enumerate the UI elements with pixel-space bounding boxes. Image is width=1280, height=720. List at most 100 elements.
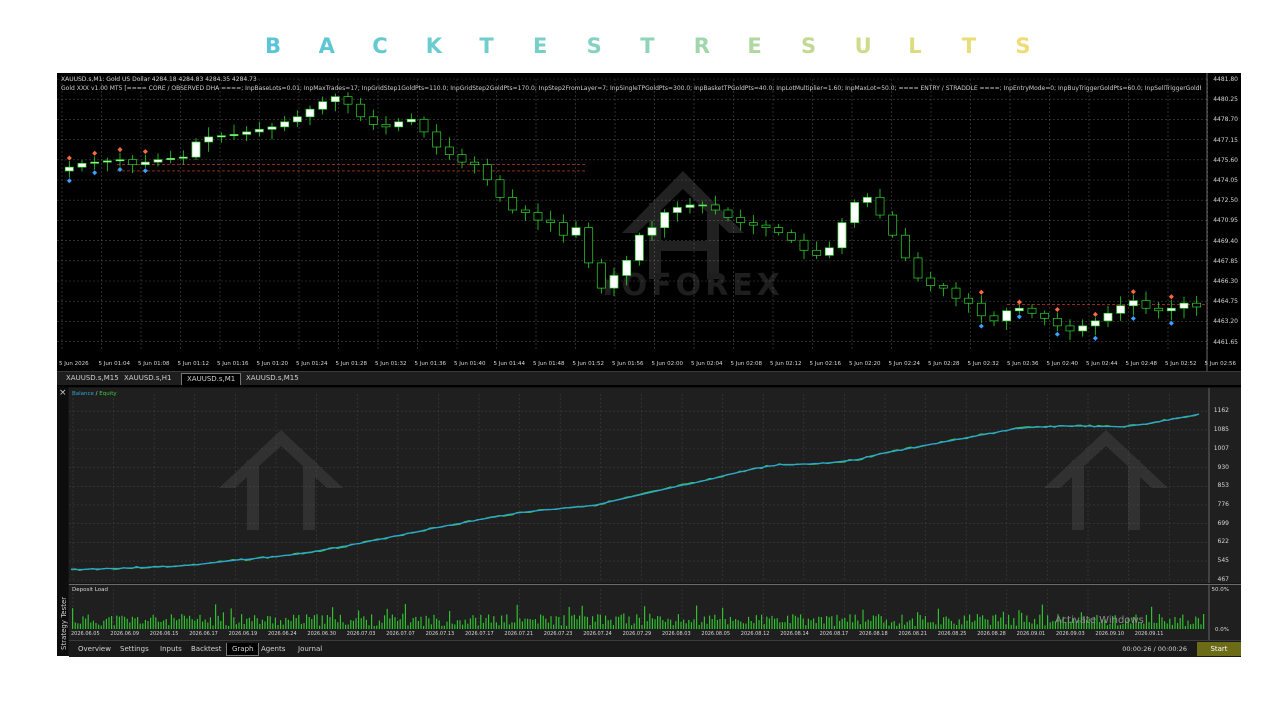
- date-tick: 2026.09.11: [1134, 631, 1164, 637]
- deposit-bar: [750, 620, 752, 629]
- time-tick: 5 Jun 01:04: [98, 361, 130, 367]
- deposit-bar: [451, 623, 453, 629]
- title-letter: C: [372, 34, 388, 58]
- candle: [634, 232, 644, 266]
- deposit-bar: [293, 614, 295, 629]
- deposit-bar: [625, 623, 627, 629]
- deposit-bar: [324, 623, 326, 629]
- deposit-bar: [272, 623, 274, 629]
- deposit-bar: [423, 625, 425, 629]
- deposit-bar: [605, 615, 607, 629]
- legend-equity: Equity: [99, 391, 117, 397]
- deposit-bar: [966, 620, 968, 629]
- candle: [330, 93, 340, 112]
- deposit-bar: [355, 618, 357, 629]
- deposit-bar: [930, 622, 932, 629]
- deposit-bar: [495, 622, 497, 629]
- time-tick: 5 Jun 01:16: [217, 361, 249, 367]
- deposit-bar: [870, 620, 872, 629]
- candle: [1027, 304, 1037, 319]
- candle: [786, 229, 796, 243]
- deposit-bar: [407, 625, 409, 629]
- tester-tab[interactable]: Graph: [226, 643, 260, 656]
- tester-tab[interactable]: Agents: [256, 643, 290, 655]
- deposit-bar: [342, 622, 344, 629]
- chart-tab[interactable]: XAUUSD.s,M1: [181, 373, 242, 385]
- chart-tab[interactable]: XAUUSD.s,H1: [119, 373, 176, 384]
- deposit-bar: [898, 623, 900, 629]
- time-tick: 5 Jun 01:32: [375, 361, 407, 367]
- deposit-bar: [350, 619, 352, 629]
- deposit-bar: [204, 619, 206, 629]
- deposit-bar: [568, 606, 570, 629]
- price-tick: 4469.40: [1213, 237, 1238, 245]
- candle: [1192, 295, 1202, 316]
- y-tick: 930: [1217, 463, 1229, 471]
- deposit-bar: [893, 621, 895, 629]
- chart-tab[interactable]: XAUUSD.s,M15: [61, 373, 124, 384]
- deposit-bar: [347, 624, 349, 629]
- deposit-bar: [763, 624, 765, 629]
- deposit-bar: [987, 619, 989, 629]
- legend-balance: Balance: [72, 391, 94, 397]
- deposit-bar: [937, 608, 939, 629]
- deposit-bar: [202, 621, 204, 629]
- deposit-bar: [862, 609, 864, 629]
- close-icon[interactable]: ×: [59, 388, 67, 398]
- deposit-bar: [911, 618, 913, 629]
- chart-tab[interactable]: XAUUSD.s,M15: [241, 373, 304, 384]
- deposit-bar: [129, 622, 131, 629]
- candle: [1166, 299, 1176, 321]
- deposit-bar: [150, 617, 152, 629]
- candle: [343, 92, 353, 114]
- deposit-bar: [667, 618, 669, 629]
- deposit-bar: [875, 616, 877, 629]
- time-tick: 5 Jun 02:04: [691, 361, 723, 367]
- time-tick: 5 Jun 02:48: [1125, 361, 1157, 367]
- price-chart[interactable]: YOFOREX XAUUSD.s,M1: Gold US Dollar 4284…: [57, 73, 1241, 371]
- title-letter: S: [586, 34, 602, 58]
- deposit-bar: [1148, 622, 1150, 629]
- deposit-bar: [228, 625, 230, 629]
- deposit-bar: [849, 614, 851, 629]
- deposit-bar: [339, 614, 341, 629]
- title-letter: E: [747, 34, 762, 58]
- title-letter: K: [425, 34, 443, 58]
- tester-tab[interactable]: Journal: [293, 643, 327, 655]
- deposit-bar: [360, 618, 362, 629]
- time-tick: 5 Jun 02:16: [809, 361, 841, 367]
- deposit-bar: [100, 625, 102, 629]
- deposit-bar: [155, 617, 157, 629]
- deposit-bar: [880, 616, 882, 629]
- tester-tab[interactable]: Backtest: [186, 643, 226, 655]
- date-tick: 2026.09.10: [1095, 631, 1125, 637]
- deposit-bar: [308, 617, 310, 629]
- deposit-bar: [95, 622, 97, 629]
- deposit-bar: [436, 618, 438, 629]
- candle: [584, 222, 594, 269]
- deposit-bar: [98, 624, 100, 629]
- deposit-bar: [235, 624, 237, 629]
- deposit-bar: [456, 620, 458, 629]
- deposit-bar: [766, 616, 768, 629]
- title-letter: A: [318, 34, 335, 58]
- deposit-bar: [1187, 620, 1189, 629]
- deposit-bar: [711, 618, 713, 629]
- deposit-bar: [841, 618, 843, 629]
- start-button[interactable]: Start: [1197, 642, 1241, 656]
- candle: [761, 220, 771, 237]
- tester-tab[interactable]: Settings: [115, 643, 154, 655]
- deposit-bar: [1153, 622, 1155, 629]
- deposit-bar: [462, 624, 464, 629]
- deposit-bar: [748, 616, 750, 629]
- y-tick: 622: [1217, 538, 1229, 546]
- deposit-bar: [904, 624, 906, 629]
- deposit-bar: [716, 619, 718, 629]
- tester-tab[interactable]: Overview: [73, 643, 116, 655]
- tester-tab[interactable]: Inputs: [155, 643, 187, 655]
- deposit-bar: [732, 620, 734, 629]
- deposit-bar: [394, 617, 396, 629]
- time-tick: 5 Jun 02:00: [651, 361, 683, 367]
- candle: [1090, 317, 1100, 336]
- deposit-bar: [160, 621, 162, 629]
